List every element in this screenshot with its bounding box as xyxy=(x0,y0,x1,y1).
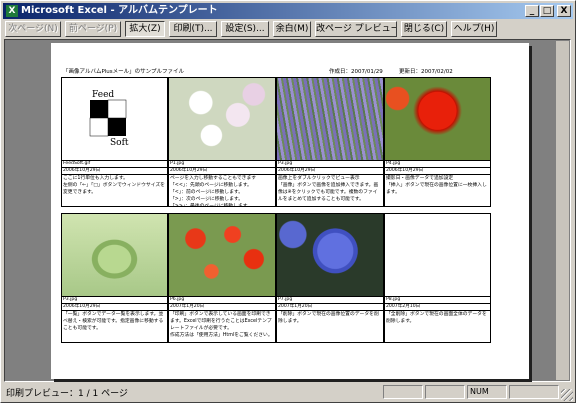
album-cell-8[interactable]: P8.jpg 2007年2月10日 「全削除」ボタンで現在の画面全体のデータを削… xyxy=(384,213,491,343)
preview-page[interactable]: 「画像アルバムPlusメール」のサンプルファイル 作成日：2007/01/29 … xyxy=(51,43,529,379)
cell-4-comment: 撮影日・画像データで追加設定 「挿入」ボタンで現在の画像位置に一枚挿入します。 xyxy=(386,176,487,195)
minimize-button[interactable]: _ xyxy=(525,5,539,17)
photo-green-bud xyxy=(62,214,167,296)
updated-date: 更新日：2007/02/02 xyxy=(399,69,453,75)
resize-grip-icon[interactable] xyxy=(561,389,573,401)
photo-red-tulip xyxy=(385,78,490,160)
album-cell-7[interactable]: P7.jpg 2007年1月20日 「削除」ボタンで現在の画像位置のデータを削除… xyxy=(276,213,384,343)
help-button[interactable]: ヘルプ(H) xyxy=(451,21,497,37)
photo-blue-bellflower xyxy=(277,214,383,296)
status-pane-empty-3 xyxy=(509,385,559,399)
album-cell-1[interactable]: Feed Soft FeedSoft.gif 2006年10月29日 ここに1行… xyxy=(61,77,168,207)
cell-5-comment: 「一覧」ボタンでデータ一覧を表示します。並べ替え・検索が可能です。指定画像に移動… xyxy=(63,312,164,331)
cell-2-comment: ページを入力し移動することもできます 「<<」：先頭のページに移動します。 「<… xyxy=(170,176,257,207)
num-lock-indicator: NUM xyxy=(467,385,507,399)
album-cell-4[interactable]: P4.jpg 2006年10月29日 撮影日・画像データで追加設定 「挿入」ボタ… xyxy=(384,77,491,207)
photo-red-tulips-field xyxy=(169,214,275,296)
maximize-button[interactable]: □ xyxy=(540,5,554,17)
photo-purple-flowers xyxy=(277,78,383,160)
album-cell-3[interactable]: P3.jpg 2006年10月29日 画像上をダブルクリックでビュー表示 「画像… xyxy=(276,77,384,207)
print-button[interactable]: 印刷(T)... xyxy=(169,21,217,37)
excel-window: X Microsoft Excel - アルバムテンプレート _ □ X 次ペー… xyxy=(0,0,576,403)
created-date: 作成日：2007/01/29 xyxy=(329,69,383,75)
prev-page-button[interactable]: 前ページ(P) xyxy=(65,21,121,37)
cell-7-comment: 「削除」ボタンで現在の画像位置のデータを削除します。 xyxy=(278,312,379,324)
photo-empty xyxy=(385,214,490,296)
photo-white-flowers xyxy=(169,78,275,160)
sheet-header-title: 「画像アルバムPlusメール」のサンプルファイル xyxy=(63,69,184,75)
logo-text-bottom: Soft xyxy=(110,138,129,148)
window-title: Microsoft Excel - アルバムテンプレート xyxy=(21,5,218,16)
status-pane-empty-2 xyxy=(425,385,465,399)
close-preview-button[interactable]: 閉じる(C) xyxy=(401,21,447,37)
cell-6-comment: 「印刷」ボタンで表示している画面を印刷できます。Excelで印刷を行うたことはE… xyxy=(170,312,273,338)
cell-8-comment: 「全削除」ボタンで現在の画面全体のデータを削除します。 xyxy=(386,312,487,324)
feedsoft-logo-icon: Feed Soft xyxy=(89,90,129,148)
album-cell-2[interactable]: P1.jpg 2006年10月29日 ページを入力し移動することもできます 「<… xyxy=(168,77,276,207)
zoom-button[interactable]: 拡大(Z) xyxy=(125,21,165,37)
window-controls: _ □ X xyxy=(524,5,571,17)
album-cell-6[interactable]: P6.jpg 2007年1月20日 「印刷」ボタンで表示している画面を印刷できま… xyxy=(168,213,276,343)
vertical-scrollbar[interactable] xyxy=(556,41,569,380)
title-bar[interactable]: X Microsoft Excel - アルバムテンプレート _ □ X xyxy=(3,3,573,19)
cell-3-comment: 画像上をダブルクリックでビュー表示 「画像」ボタンで画像を追加挿入できます。画像… xyxy=(278,176,379,202)
excel-app-icon[interactable]: X xyxy=(6,5,18,17)
setup-button[interactable]: 設定(S)... xyxy=(221,21,269,37)
logo-text-top: Feed xyxy=(92,90,114,100)
album-cell-5[interactable]: P3.jpg 2006年10月29日 「一覧」ボタンでデータ一覧を表示します。並… xyxy=(61,213,168,343)
print-preview-toolbar: 次ページ(N) 前ページ(P) 拡大(Z) 印刷(T)... 設定(S)... … xyxy=(3,20,573,40)
status-pane-empty xyxy=(383,385,423,399)
cell-1-comment: ここに1行単位も入力します。 左側の「←」「□」ボタンでウィンドウサイズを変更で… xyxy=(63,176,165,195)
status-text: 印刷プレビュー：1 / 1 ページ xyxy=(6,389,128,399)
photo-feedsoft-logo: Feed Soft xyxy=(62,78,167,160)
page-break-preview-button[interactable]: 改ページ プレビュー(V) xyxy=(315,21,397,37)
status-bar: 印刷プレビュー：1 / 1 ページ NUM xyxy=(3,383,573,401)
next-page-button[interactable]: 次ページ(N) xyxy=(5,21,61,37)
margins-button[interactable]: 余白(M) xyxy=(273,21,311,37)
close-window-button[interactable]: X xyxy=(557,5,571,17)
